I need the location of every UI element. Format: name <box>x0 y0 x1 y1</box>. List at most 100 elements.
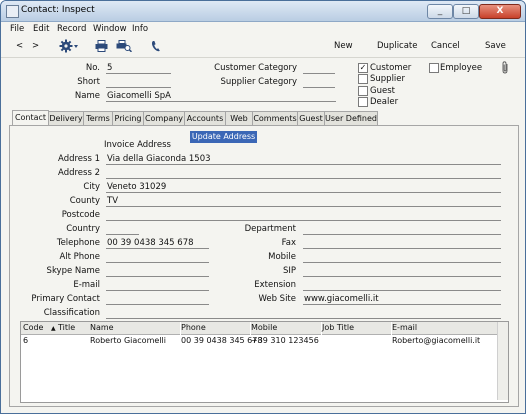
department-field[interactable] <box>303 224 501 235</box>
no-label: No. <box>85 63 100 73</box>
tab-comments[interactable]: Comments <box>252 111 298 125</box>
menu-info[interactable]: Info <box>132 24 148 34</box>
column-header-email[interactable]: E-mail <box>392 322 497 335</box>
close-button[interactable]: X <box>479 4 521 19</box>
duplicate-button[interactable]: Duplicate <box>377 41 418 51</box>
primary-contact-field[interactable] <box>106 294 209 305</box>
alt-phone-label: Alt Phone <box>59 252 100 262</box>
contact-window: Contact: Inspect _ □ X File Edit Record … <box>0 0 526 414</box>
classification-field[interactable] <box>106 308 501 319</box>
website-field[interactable]: www.giacomelli.it <box>303 294 501 305</box>
customer-checkbox[interactable]: ✓ <box>358 63 368 73</box>
postcode-field[interactable] <box>106 210 501 221</box>
address2-label: Address 2 <box>58 168 100 178</box>
email-field[interactable] <box>106 280 209 291</box>
tab-web[interactable]: Web <box>225 111 253 125</box>
cell-mobile: +39 310 123456 <box>251 336 319 345</box>
menu-edit[interactable]: Edit <box>33 24 49 34</box>
minimize-button[interactable]: _ <box>427 4 453 19</box>
fax-field[interactable] <box>303 238 501 249</box>
supplier-category-label: Supplier Category <box>220 77 297 87</box>
mobile-label: Mobile <box>268 252 296 262</box>
new-button[interactable]: New <box>334 41 353 51</box>
county-label: County <box>69 196 100 206</box>
extension-field[interactable] <box>303 280 501 291</box>
update-address-button[interactable]: Update Address <box>190 131 257 143</box>
primary-contact-label: Primary Contact <box>31 294 100 304</box>
window-title: Contact: Inspect <box>21 5 95 15</box>
printer-icon[interactable] <box>95 40 108 55</box>
city-label: City <box>83 182 100 192</box>
app-icon <box>6 5 19 18</box>
invoice-address-label: Invoice Address <box>104 140 171 150</box>
tab-company[interactable]: Company <box>143 111 185 125</box>
menu-window[interactable]: Window <box>93 24 127 34</box>
alt-phone-field[interactable] <box>106 252 209 263</box>
column-header-job-title[interactable]: Job Title <box>322 322 391 335</box>
skype-label: Skype Name <box>46 266 100 276</box>
employee-checkbox[interactable] <box>429 63 439 73</box>
tab-user-defined[interactable]: User Defined <box>324 111 378 125</box>
next-record-button[interactable]: > <box>32 41 39 51</box>
tab-accounts[interactable]: Accounts <box>184 111 226 125</box>
cancel-button[interactable]: Cancel <box>431 41 460 51</box>
short-field[interactable] <box>106 77 171 88</box>
toolbar: < > New Duplicate Cancel Save <box>1 37 525 58</box>
supplier-checkbox[interactable] <box>358 74 368 84</box>
guest-checkbox[interactable] <box>358 86 368 96</box>
tab-contact[interactable]: Contact <box>12 110 49 126</box>
column-header-name[interactable]: Name <box>90 322 180 335</box>
dealer-checkbox[interactable] <box>358 97 368 107</box>
address1-label: Address 1 <box>58 154 100 164</box>
country-field[interactable] <box>106 224 139 235</box>
tab-guest[interactable]: Guest <box>297 111 325 125</box>
menu-bar: File Edit Record Window Info <box>1 22 525 36</box>
column-header-title[interactable]: Title <box>56 322 91 335</box>
print-preview-icon[interactable] <box>116 40 133 55</box>
county-field[interactable]: TV <box>106 196 501 207</box>
telephone-label: Telephone <box>56 238 100 248</box>
customer-category-field[interactable] <box>303 63 335 74</box>
telephone-field[interactable]: 00 39 0438 345 678 <box>106 238 209 249</box>
gear-icon[interactable] <box>59 39 79 56</box>
country-label: Country <box>66 224 100 234</box>
phone-icon[interactable] <box>151 40 161 55</box>
employee-checkbox-label: Employee <box>440 63 483 73</box>
name-field[interactable]: Giacomelli SpA <box>106 91 336 102</box>
column-header-code[interactable]: Code ▲ <box>21 322 58 335</box>
address2-field[interactable] <box>106 168 501 179</box>
name-label: Name <box>74 91 100 101</box>
paperclip-icon[interactable] <box>501 61 510 77</box>
column-header-mobile[interactable]: Mobile <box>251 322 321 335</box>
column-header-phone[interactable]: Phone <box>181 322 250 335</box>
classification-label: Classification <box>43 308 100 318</box>
email-label: E-mail <box>73 280 100 290</box>
department-label: Department <box>244 224 296 234</box>
sip-field[interactable] <box>303 266 501 277</box>
supplier-category-field[interactable] <box>303 77 335 88</box>
no-field[interactable]: 5 <box>106 63 171 74</box>
contact-persons-grid: Code ▲ Title Name Phone Mobile Job Title… <box>20 321 509 403</box>
mobile-field[interactable] <box>303 252 501 263</box>
column-header-code-label: Code <box>23 323 44 332</box>
extension-label: Extension <box>254 280 296 290</box>
cell-code: 6 <box>23 336 29 345</box>
menu-record[interactable]: Record <box>57 24 86 34</box>
menu-file[interactable]: File <box>10 24 24 34</box>
cell-name: Roberto Giacomelli <box>90 336 166 345</box>
city-field[interactable]: Veneto 31029 <box>106 182 501 193</box>
customer-checkbox-label: Customer <box>370 63 412 73</box>
sort-ascending-icon: ▲ <box>51 325 56 332</box>
skype-field[interactable] <box>106 266 209 277</box>
address1-field[interactable]: Via della Giaconda 1503 <box>106 154 501 165</box>
save-button[interactable]: Save <box>485 41 506 51</box>
prev-record-button[interactable]: < <box>16 41 23 51</box>
tab-delivery[interactable]: Delivery <box>48 111 84 125</box>
fax-label: Fax <box>281 238 296 248</box>
tab-terms[interactable]: Terms <box>83 111 113 125</box>
short-label: Short <box>77 77 100 87</box>
maximize-button[interactable]: □ <box>453 4 479 19</box>
table-row[interactable]: 6 Roberto Giacomelli 00 39 0438 345 678 … <box>21 335 497 346</box>
grid-vertical-scrollbar[interactable] <box>497 322 508 400</box>
tab-pricing[interactable]: Pricing <box>112 111 144 125</box>
